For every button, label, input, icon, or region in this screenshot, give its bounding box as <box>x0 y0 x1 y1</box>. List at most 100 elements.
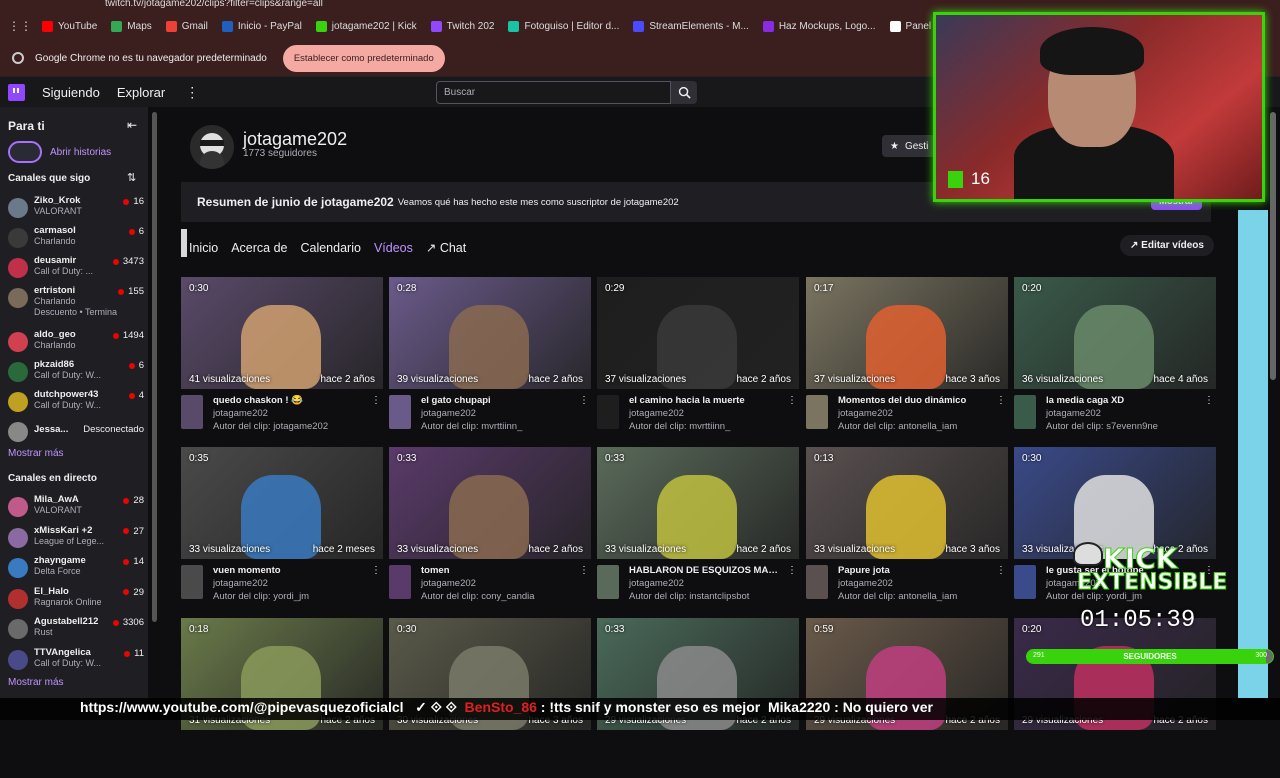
sidebar-channel[interactable]: Ziko_Krok VALORANT 16 <box>8 195 144 223</box>
clip-title[interactable]: vuen momento <box>213 565 363 576</box>
set-default-button[interactable]: Establecer como predeterminado <box>282 44 445 72</box>
clip-title[interactable]: Papure jota <box>838 565 988 576</box>
sidebar-channel[interactable]: zhayngame Delta Force 14 <box>8 555 144 583</box>
clip-channel[interactable]: jotagame202 <box>213 578 268 589</box>
clip-card[interactable]: 0:20 36 visualizaciones hace 4 años la medi… <box>1014 277 1216 437</box>
tab-videos[interactable]: Vídeos <box>374 241 413 255</box>
clip-thumbnail[interactable]: 0:20 36 visualizaciones hace 4 años <box>1014 277 1216 389</box>
more-options-icon[interactable]: ⋮ <box>787 565 797 576</box>
clip-title[interactable]: HABLARON DE ESQUIZOS MAXI... <box>629 565 779 576</box>
sidebar-channel[interactable]: dutchpower43 Call of Duty: W... 4 <box>8 389 144 417</box>
clip-card[interactable]: 0:13 33 visualizaciones hace 3 años Papure … <box>806 447 1008 607</box>
clip-channel[interactable]: jotagame202 <box>421 408 476 419</box>
clip-channel[interactable]: jotagame202 <box>1046 408 1101 419</box>
sidebar-channel[interactable]: TTVAngelica Call of Duty: W... 11 <box>8 647 144 675</box>
channel-avatar[interactable] <box>190 125 234 169</box>
more-options-icon[interactable]: ⋮ <box>371 565 381 576</box>
sort-icon[interactable]: ⇅ <box>127 171 136 184</box>
sidebar-channel[interactable]: El_Halo Ragnarok Online 29 <box>8 586 144 614</box>
clip-channel[interactable]: jotagame202 <box>838 408 893 419</box>
clip-thumbnail[interactable]: 0:35 33 visualizaciones hace 2 meses <box>181 447 383 559</box>
sidebar-channel[interactable]: Agustabell212 Rust 3306 <box>8 616 144 644</box>
more-options-icon[interactable]: ⋮ <box>185 84 199 101</box>
clip-thumbnail[interactable]: 0:33 33 visualizaciones hace 2 años <box>597 447 799 559</box>
more-options-icon[interactable]: ⋮ <box>996 565 1006 576</box>
clip-card[interactable]: 0:35 33 visualizaciones hace 2 meses vuen m… <box>181 447 383 607</box>
show-more-link[interactable]: Mostrar más <box>8 677 64 688</box>
more-options-icon[interactable]: ⋮ <box>787 395 797 406</box>
clip-card[interactable]: 0:33 33 visualizaciones hace 2 años HABLARO… <box>597 447 799 607</box>
clip-card[interactable]: 0:33 33 visualizaciones hace 2 años tomen jo… <box>389 447 591 607</box>
search-button[interactable] <box>671 81 697 104</box>
more-options-icon[interactable]: ⋮ <box>371 395 381 406</box>
game-boxart[interactable] <box>181 395 203 429</box>
game-boxart[interactable] <box>806 565 828 599</box>
game-boxart[interactable] <box>389 395 411 429</box>
nav-siguiendo[interactable]: Siguiendo <box>42 85 100 100</box>
sidebar-channel[interactable]: xMissKari +2 League of Lege... 27 <box>8 525 144 553</box>
clip-title[interactable]: el camino hacia la muerte <box>629 395 779 406</box>
show-more-link[interactable]: Mostrar más <box>8 448 64 459</box>
clip-thumbnail[interactable]: 0:33 33 visualizaciones hace 2 años <box>389 447 591 559</box>
game-boxart[interactable] <box>1014 565 1036 599</box>
clip-title[interactable]: tomen <box>421 565 571 576</box>
clip-title[interactable]: Momentos del duo dinámico <box>838 395 988 406</box>
more-options-icon[interactable]: ⋮ <box>579 565 589 576</box>
clip-title[interactable]: el gato chupapi <box>421 395 571 406</box>
game-boxart[interactable] <box>389 565 411 599</box>
open-stories[interactable]: Abrir historias <box>8 141 111 163</box>
clip-card[interactable]: 0:28 39 visualizaciones hace 2 años el gato… <box>389 277 591 437</box>
edit-videos-button[interactable]: ↗ Editar vídeos <box>1120 235 1214 256</box>
game-boxart[interactable] <box>597 395 619 429</box>
sidebar-channel[interactable]: deusamir Call of Duty: ... 3473 <box>8 255 144 283</box>
more-options-icon[interactable]: ⋮ <box>1204 395 1214 406</box>
bookmark-item[interactable]: Haz Mockups, Logo... <box>762 20 876 32</box>
clip-thumbnail[interactable]: 0:17 37 visualizaciones hace 3 años <box>806 277 1008 389</box>
clip-card[interactable]: 0:29 37 visualizaciones hace 2 años el cami… <box>597 277 799 437</box>
bookmark-item[interactable]: Twitch 202 <box>430 20 494 32</box>
nav-explorar[interactable]: Explorar <box>117 85 165 100</box>
sidebar-channel[interactable]: pkzaid86 Call of Duty: W... 6 <box>8 359 144 387</box>
clip-channel[interactable]: jotagame202 <box>213 408 268 419</box>
clip-card[interactable]: 0:30 41 visualizaciones hace 2 años quedo c… <box>181 277 383 437</box>
address-bar[interactable]: twitch.tv/jotagame202/clips?filter=clips… <box>0 0 1280 12</box>
page-scrollbar[interactable] <box>1270 112 1276 380</box>
clip-thumbnail[interactable]: 0:30 41 visualizaciones hace 2 años <box>181 277 383 389</box>
clip-thumbnail[interactable]: 0:13 33 visualizaciones hace 3 años <box>806 447 1008 559</box>
clip-card[interactable]: 0:17 37 visualizaciones hace 3 años Momento… <box>806 277 1008 437</box>
clip-channel[interactable]: jotagame202 <box>629 408 684 419</box>
game-boxart[interactable] <box>181 565 203 599</box>
sidebar-scrollbar[interactable] <box>152 112 157 622</box>
clip-thumbnail[interactable]: 0:29 37 visualizaciones hace 2 años <box>597 277 799 389</box>
game-boxart[interactable] <box>597 565 619 599</box>
bookmark-item[interactable]: Gmail <box>165 20 208 32</box>
bookmark-item[interactable]: Fotoguiso | Editor d... <box>508 20 619 32</box>
clip-title[interactable]: la media caga XD <box>1046 395 1196 406</box>
sidebar-channel[interactable]: aldo_geo Charlando 1494 <box>8 329 144 357</box>
clip-thumbnail[interactable]: 0:28 39 visualizaciones hace 2 años <box>389 277 591 389</box>
more-options-icon[interactable]: ⋮ <box>996 395 1006 406</box>
clip-title[interactable]: quedo chaskon ! 😂 <box>213 395 363 406</box>
bookmark-item[interactable]: StreamElements - M... <box>633 20 749 32</box>
tab-chat[interactable]: ↗ Chat <box>426 240 466 255</box>
game-boxart[interactable] <box>1014 395 1036 429</box>
sidebar-channel[interactable]: carmasol Charlando 6 <box>8 225 144 253</box>
bookmark-item[interactable]: Inicio - PayPal <box>221 20 302 32</box>
bookmark-item[interactable]: jotagame202 | Kick <box>315 20 417 32</box>
bookmark-item[interactable]: YouTube <box>42 20 97 32</box>
game-boxart[interactable] <box>806 395 828 429</box>
clip-channel[interactable]: jotagame202 <box>838 578 893 589</box>
sidebar-channel[interactable]: Mila_AwA VALORANT 28 <box>8 494 144 522</box>
more-options-icon[interactable]: ⋮ <box>579 395 589 406</box>
tab-calendario[interactable]: Calendario <box>300 241 360 255</box>
sidebar-channel[interactable]: Jessa... Desconectado <box>8 419 144 447</box>
clip-channel[interactable]: jotagame202 <box>629 578 684 589</box>
tab-inicio[interactable]: Inicio <box>189 241 218 255</box>
tab-acerca-de[interactable]: Acerca de <box>231 241 287 255</box>
apps-grid-icon[interactable]: ⋮⋮ <box>8 19 32 33</box>
sidebar-channel[interactable]: ertristoni Charlando 155 Descuento • Termin… <box>8 285 144 317</box>
clip-channel[interactable]: jotagame202 <box>421 578 476 589</box>
collapse-sidebar-icon[interactable]: ⇤ <box>127 118 137 132</box>
twitch-logo-icon[interactable] <box>8 83 25 101</box>
search-input[interactable]: Buscar <box>436 81 671 104</box>
